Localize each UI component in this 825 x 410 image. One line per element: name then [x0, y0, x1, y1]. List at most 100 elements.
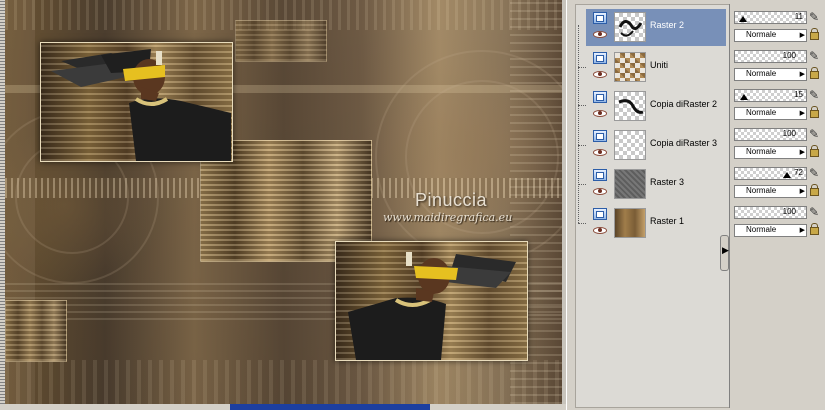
tree-line	[578, 145, 586, 146]
layer-properties-column: 11 ✎ Normale ▶ 100 ✎ Normale ▶ 15 ✎ Norm…	[729, 4, 825, 408]
blend-mode-label: Normale	[746, 147, 777, 156]
raster-layer-icon	[593, 91, 607, 103]
layer-row-copia-raster-3[interactable]: Copia diRaster 3	[586, 127, 726, 164]
opacity-value: 11	[794, 12, 803, 21]
layer-props-uniti: 100 ✎ Normale ▶	[734, 49, 824, 86]
woman-figure	[51, 49, 231, 161]
raster-layer-icon	[593, 208, 607, 220]
layer-row-raster-3[interactable]: Raster 3	[586, 166, 726, 203]
edit-pen-icon[interactable]: ✎	[809, 166, 819, 180]
opacity-slider[interactable]: 100	[734, 206, 807, 219]
lock-icon[interactable]	[810, 223, 819, 235]
opacity-slider[interactable]: 100	[734, 128, 807, 141]
blend-mode-label: Normale	[746, 186, 777, 195]
blend-mode-label: Normale	[746, 69, 777, 78]
brand-title: Pinuccia	[415, 190, 488, 210]
swirl-ornament-icon	[618, 20, 643, 37]
lock-icon[interactable]	[810, 106, 819, 118]
layer-row-copia-raster-2[interactable]: Copia diRaster 2	[586, 88, 726, 125]
tree-line	[578, 223, 586, 224]
opacity-value: 100	[782, 129, 796, 138]
layer-list: Raster 2 Uniti Copia diRaster 2 Copia di	[575, 4, 731, 408]
layer-row-raster-1[interactable]: Raster 1	[586, 205, 726, 242]
expand-arrow-icon[interactable]: ▶	[722, 245, 729, 256]
edit-pen-icon[interactable]: ✎	[809, 127, 819, 141]
opacity-marker-icon[interactable]	[783, 172, 791, 178]
blend-mode-select[interactable]: Normale ▶	[734, 29, 807, 42]
dropdown-arrow-icon[interactable]: ▶	[800, 187, 805, 195]
blend-mode-select[interactable]: Normale ▶	[734, 185, 807, 198]
canvas-area[interactable]: Pinuccia www.maidiregrafica.eu	[0, 0, 566, 410]
dropdown-arrow-icon[interactable]: ▶	[800, 226, 805, 234]
dropdown-arrow-icon[interactable]: ▶	[800, 109, 805, 117]
layer-row-uniti[interactable]: Uniti	[586, 49, 726, 86]
opacity-slider[interactable]: 100	[734, 50, 807, 63]
blend-mode-select[interactable]: Normale ▶	[734, 224, 807, 237]
visibility-eye-icon[interactable]	[593, 110, 607, 117]
opacity-marker-icon[interactable]	[739, 16, 747, 22]
layer-name[interactable]: Raster 1	[650, 216, 684, 226]
horizontal-scrollbar-thumb[interactable]	[230, 404, 430, 410]
opacity-marker-icon[interactable]	[740, 94, 748, 100]
layer-name[interactable]: Uniti	[650, 60, 668, 70]
tree-line	[578, 105, 586, 106]
visibility-eye-icon[interactable]	[593, 227, 607, 234]
edit-pen-icon[interactable]: ✎	[809, 10, 819, 24]
blend-mode-label: Normale	[746, 225, 777, 234]
layer-props-raster-3: 72 ✎ Normale ▶	[734, 166, 824, 203]
opacity-value: 72	[794, 168, 803, 177]
layer-name[interactable]: Raster 2	[650, 20, 684, 30]
visibility-eye-icon[interactable]	[593, 71, 607, 78]
blend-mode-select[interactable]: Normale ▶	[734, 146, 807, 159]
layer-name[interactable]: Copia diRaster 2	[650, 99, 717, 109]
layer-thumbnail	[614, 91, 646, 121]
visibility-eye-icon[interactable]	[593, 149, 607, 156]
layer-props-copia-raster-2: 15 ✎ Normale ▶	[734, 88, 824, 125]
dropdown-arrow-icon[interactable]: ▶	[800, 31, 805, 39]
blend-mode-select[interactable]: Normale ▶	[734, 68, 807, 81]
edit-pen-icon[interactable]: ✎	[809, 205, 819, 219]
layer-row-raster-2[interactable]: Raster 2	[586, 9, 726, 46]
edit-pen-icon[interactable]: ✎	[809, 88, 819, 102]
photo-top-left	[40, 42, 233, 162]
visibility-eye-icon[interactable]	[593, 188, 607, 195]
layer-thumbnail	[614, 208, 646, 238]
layer-thumbnail	[614, 169, 646, 199]
opacity-slider[interactable]: 15	[734, 89, 807, 102]
blend-mode-select[interactable]: Normale ▶	[734, 107, 807, 120]
layer-name[interactable]: Copia diRaster 3	[650, 138, 717, 148]
lock-icon[interactable]	[810, 28, 819, 40]
photo-bottom-right	[335, 241, 528, 361]
tree-line	[578, 67, 586, 68]
opacity-slider[interactable]: 72	[734, 167, 807, 180]
glitch-block	[5, 300, 67, 362]
lock-icon[interactable]	[810, 145, 819, 157]
opacity-value: 100	[782, 207, 796, 216]
layer-thumbnail	[614, 130, 646, 160]
blend-mode-label: Normale	[746, 30, 777, 39]
opacity-slider[interactable]: 11	[734, 11, 807, 24]
layer-thumbnail	[614, 12, 646, 42]
lock-icon[interactable]	[810, 67, 819, 79]
artwork-image[interactable]: Pinuccia www.maidiregrafica.eu	[5, 0, 562, 404]
layer-thumbnail	[614, 52, 646, 82]
layers-palette: Raster 2 Uniti Copia diRaster 2 Copia di	[566, 0, 825, 410]
opacity-value: 15	[794, 90, 803, 99]
layer-props-copia-raster-3: 100 ✎ Normale ▶	[734, 127, 824, 164]
glitch-block	[235, 20, 327, 62]
layer-props-raster-1: 100 ✎ Normale ▶	[734, 205, 824, 242]
layer-props-raster-2: 11 ✎ Normale ▶	[734, 10, 824, 47]
raster-layer-icon	[593, 52, 607, 64]
edit-pen-icon[interactable]: ✎	[809, 49, 819, 63]
opacity-value: 100	[782, 51, 796, 60]
raster-layer-icon	[593, 130, 607, 142]
brand-url: www.maidiregrafica.eu	[383, 211, 513, 224]
woman-figure	[348, 252, 516, 360]
blend-mode-label: Normale	[746, 108, 777, 117]
layer-name[interactable]: Raster 3	[650, 177, 684, 187]
dropdown-arrow-icon[interactable]: ▶	[800, 70, 805, 78]
ring-decoration	[375, 50, 562, 264]
lock-icon[interactable]	[810, 184, 819, 196]
dropdown-arrow-icon[interactable]: ▶	[800, 148, 805, 156]
visibility-eye-icon[interactable]	[593, 31, 607, 38]
